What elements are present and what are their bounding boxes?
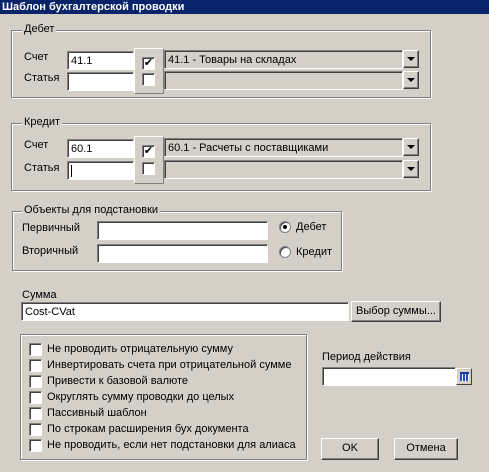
choose-sum-button[interactable]: Выбор суммы...: [351, 301, 441, 322]
option-checkbox[interactable]: [29, 423, 42, 436]
option-label: Округлять сумму проводки до целых: [47, 391, 235, 403]
credit-account-dropdown-button[interactable]: [403, 138, 419, 156]
secondary-label: Вторичный: [22, 245, 79, 257]
substitution-legend: Объекты для подстановки: [22, 204, 161, 216]
options-list: Не проводить отрицательную сумму Инверти…: [29, 343, 304, 457]
debit-checkbox-panel: [134, 48, 164, 94]
option-label: Не проводить, если нет подстановки для а…: [47, 439, 296, 451]
option-label: Инвертировать счета при отрицательной су…: [47, 359, 292, 371]
primary-label: Первичный: [22, 222, 80, 234]
debit-account-input[interactable]: 41.1: [67, 51, 134, 70]
sum-input[interactable]: Cost-CVat: [21, 302, 349, 321]
option-checkbox[interactable]: [29, 375, 42, 388]
credit-account-input[interactable]: 60.1: [67, 139, 134, 158]
debit-article-input[interactable]: [67, 72, 134, 91]
option-label: Не проводить отрицательную сумму: [47, 343, 233, 355]
sum-label: Сумма: [22, 289, 57, 301]
option-label: Привести к базовой валюте: [47, 375, 189, 387]
credit-account-label: Счет: [24, 139, 49, 151]
debit-article-checkbox[interactable]: [142, 73, 155, 86]
radio-debit[interactable]: [279, 221, 291, 233]
credit-article-label: Статья: [24, 162, 60, 174]
option-checkbox[interactable]: [29, 359, 42, 372]
credit-article-description: [164, 160, 403, 179]
cancel-button[interactable]: Отмена: [394, 438, 458, 460]
debit-account-label: Счет: [24, 51, 49, 63]
debit-account-checkbox[interactable]: ✔: [142, 57, 155, 70]
debit-account-description: 41.1 - Товары на складах: [164, 50, 403, 69]
calendar-icon: [460, 372, 469, 381]
credit-article-checkbox[interactable]: [142, 162, 155, 175]
radio-credit-label: Кредит: [296, 246, 333, 258]
credit-article-input[interactable]: [67, 161, 134, 180]
radio-debit-label: Дебет: [296, 221, 327, 233]
credit-legend: Кредит: [22, 116, 63, 128]
credit-account-description: 60.1 - Расчеты с поставщиками: [164, 138, 403, 157]
debit-article-label: Статья: [24, 72, 60, 84]
ok-button[interactable]: OK: [321, 438, 379, 460]
option-checkbox[interactable]: [29, 343, 42, 356]
period-input[interactable]: [322, 367, 456, 386]
credit-account-checkbox[interactable]: ✔: [142, 145, 155, 158]
option-checkbox[interactable]: [29, 391, 42, 404]
secondary-input[interactable]: [97, 244, 268, 263]
radio-credit[interactable]: [279, 246, 291, 258]
period-label: Период действия: [322, 351, 411, 363]
primary-input[interactable]: [97, 221, 268, 240]
debit-article-dropdown-button[interactable]: [403, 71, 419, 89]
debit-legend: Дебет: [22, 23, 57, 35]
option-checkbox[interactable]: [29, 439, 42, 452]
option-checkbox[interactable]: [29, 407, 42, 420]
credit-article-dropdown-button[interactable]: [403, 160, 419, 178]
debit-account-dropdown-button[interactable]: [403, 50, 419, 68]
debit-article-description: [164, 71, 403, 90]
option-label: Пассивный шаблон: [47, 407, 147, 419]
window-title: Шаблон бухгалтерской проводки: [0, 0, 489, 14]
option-label: По строкам расширения бух документа: [47, 423, 249, 435]
calendar-button[interactable]: [456, 368, 472, 385]
credit-checkbox-panel: [134, 136, 164, 184]
